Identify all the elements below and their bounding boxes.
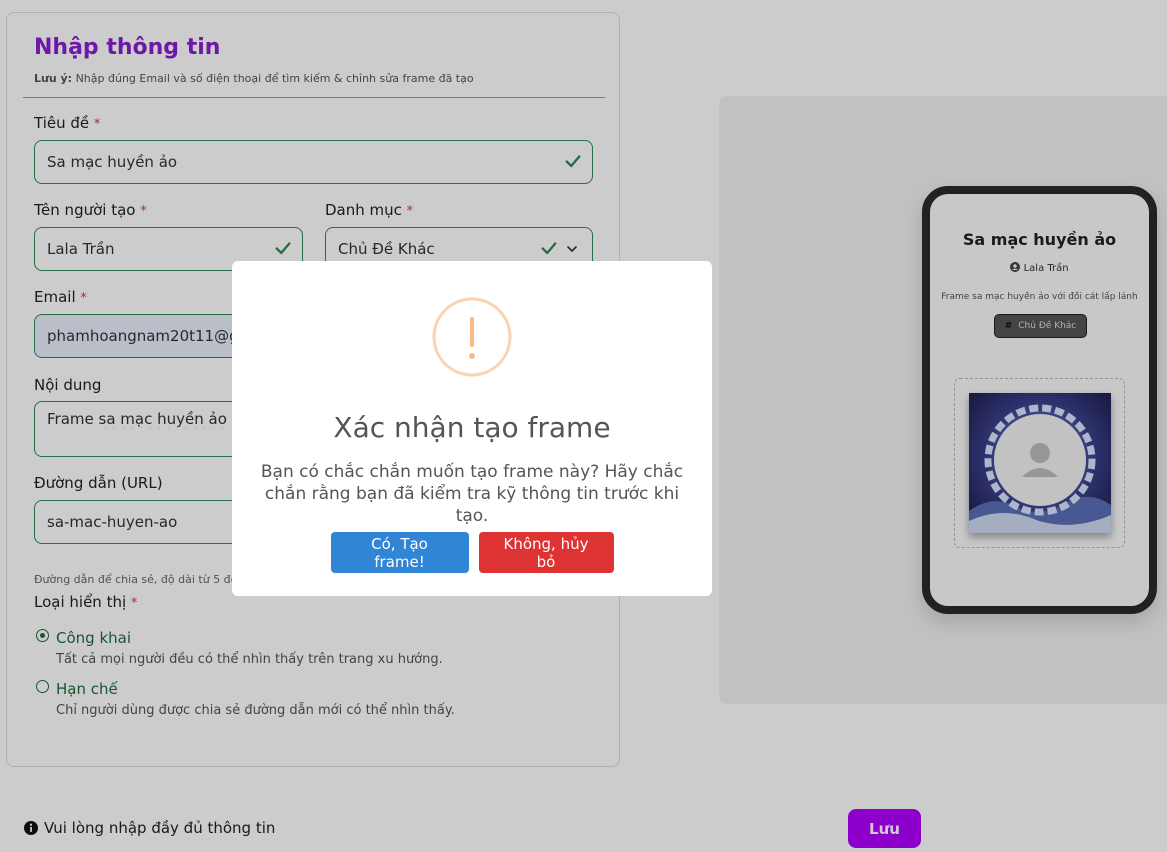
confirm-dialog: Xác nhận tạo frame Bạn có chắc chắn muốn… [232, 261, 712, 596]
warning-icon [432, 297, 512, 377]
dialog-text: Bạn có chắc chắn muốn tạo frame này? Hãy… [260, 462, 684, 526]
dialog-title: Xác nhận tạo frame [333, 411, 611, 444]
dialog-actions: Có, Tạo frame! Không, hủy bỏ [232, 532, 712, 573]
confirm-create-button[interactable]: Có, Tạo frame! [330, 532, 469, 573]
cancel-button[interactable]: Không, hủy bỏ [478, 532, 614, 573]
